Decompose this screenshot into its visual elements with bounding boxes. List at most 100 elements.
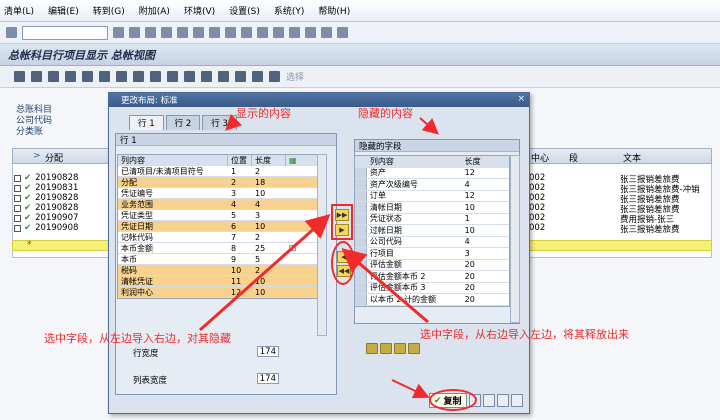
- grid-row[interactable]: 资产次级编号 4: [355, 179, 509, 191]
- edit-icon[interactable]: [99, 71, 110, 82]
- field-len[interactable]: 5: [252, 255, 286, 264]
- menu-item-help[interactable]: 帮助(H): [318, 4, 350, 17]
- grid-row[interactable]: 以本币 2 计的金额 20: [355, 294, 509, 306]
- table-row[interactable]: ✔ 20190828: [14, 203, 78, 213]
- field-pos[interactable]: 7: [228, 233, 252, 242]
- grid-row[interactable]: 清帐日期 10: [355, 202, 509, 214]
- help-icon[interactable]: [321, 27, 332, 38]
- tab-row-1[interactable]: 行 1: [129, 115, 164, 130]
- tab-row-3[interactable]: 行 3: [202, 115, 237, 130]
- grid-row[interactable]: 凭证日期 6 10: [118, 221, 318, 232]
- grid-row[interactable]: 订单 12: [355, 190, 509, 202]
- sort-down-icon[interactable]: [380, 343, 392, 354]
- total-icon[interactable]: [184, 71, 195, 82]
- row-checkbox[interactable]: [14, 214, 21, 222]
- table-row[interactable]: ✔ 20190828: [14, 173, 78, 183]
- next-page-icon[interactable]: [257, 27, 268, 38]
- grid-row[interactable]: 评估金额本币 3 20: [355, 282, 509, 294]
- menu-item-goto[interactable]: 转到(G): [93, 4, 125, 17]
- save-icon[interactable]: [113, 27, 124, 38]
- sum-icon[interactable]: [116, 71, 127, 82]
- exit-icon[interactable]: [145, 27, 156, 38]
- first-icon[interactable]: [14, 71, 25, 82]
- grid-row[interactable]: 评估金额 20: [355, 259, 509, 271]
- field-len[interactable]: 2: [252, 266, 286, 275]
- tab-row-2[interactable]: 行 2: [165, 115, 201, 130]
- field-pos[interactable]: 10: [228, 266, 252, 275]
- col-assignment[interactable]: 分配: [45, 151, 63, 164]
- grid-settings-icon[interactable]: ▦: [286, 156, 306, 165]
- grid-row[interactable]: 已清项目/未清项目符号 1 2: [118, 166, 318, 177]
- back-icon[interactable]: [129, 27, 140, 38]
- field-len[interactable]: 10: [252, 288, 286, 297]
- grid-row[interactable]: 凭证状态 1: [355, 213, 509, 225]
- prev-page-icon[interactable]: [241, 27, 252, 38]
- sort-up-icon[interactable]: [366, 343, 378, 354]
- cancel-icon[interactable]: [510, 394, 523, 407]
- menu-item-extras[interactable]: 附加(A): [139, 4, 170, 17]
- field-pos[interactable]: 5: [228, 211, 252, 220]
- shortcut-icon[interactable]: [305, 27, 316, 38]
- table-row[interactable]: ✔ 20190828: [14, 193, 78, 203]
- sort-reset-icon[interactable]: [408, 343, 420, 354]
- field-pos[interactable]: 8: [228, 244, 252, 253]
- grid-row[interactable]: 分配 2 18: [118, 177, 318, 188]
- expand-icon[interactable]: >: [33, 151, 41, 161]
- field-pos[interactable]: 11: [228, 277, 252, 286]
- field-pos[interactable]: 1: [228, 167, 252, 176]
- field-len[interactable]: 3: [252, 211, 286, 220]
- grid-row[interactable]: 税码 10 2: [118, 265, 318, 276]
- grid-row[interactable]: 本币金额 8 25 ☑: [118, 243, 318, 254]
- field-pos[interactable]: 2: [228, 178, 252, 187]
- subtotal-icon[interactable]: [201, 71, 212, 82]
- first-page-icon[interactable]: [225, 27, 236, 38]
- field-len[interactable]: 10: [252, 189, 286, 198]
- info-icon[interactable]: [269, 71, 280, 82]
- last-page-icon[interactable]: [273, 27, 284, 38]
- manage-variant-icon[interactable]: [496, 394, 509, 407]
- left-grid-scrollbar[interactable]: [317, 154, 327, 336]
- field-len[interactable]: 10: [252, 277, 286, 286]
- field-pos[interactable]: 12: [228, 288, 252, 297]
- select-label[interactable]: 选择: [286, 70, 304, 83]
- menu-item-settings[interactable]: 设置(S): [229, 4, 260, 17]
- close-icon[interactable]: ×: [517, 94, 525, 104]
- print-icon[interactable]: [177, 27, 188, 38]
- select-all-icon[interactable]: [133, 71, 144, 82]
- sum-checkbox[interactable]: ☑: [286, 244, 306, 253]
- find-next-icon[interactable]: [209, 27, 220, 38]
- field-pos[interactable]: 3: [228, 189, 252, 198]
- glasses-icon[interactable]: [82, 71, 93, 82]
- menu-item-system[interactable]: 系统(Y): [274, 4, 305, 17]
- field-pos[interactable]: 4: [228, 200, 252, 209]
- grid-row[interactable]: 清帐凭证 11 10: [118, 276, 318, 287]
- grid-row[interactable]: 业务范围 4 4: [118, 199, 318, 210]
- grid-row[interactable]: 凭证编号 3 10: [118, 188, 318, 199]
- filter-icon[interactable]: [167, 71, 178, 82]
- grid-row[interactable]: 利润中心 12 10: [118, 287, 318, 298]
- field-len[interactable]: 2: [252, 167, 286, 176]
- menu-item-environment[interactable]: 环境(V): [184, 4, 215, 17]
- field-len[interactable]: 4: [252, 200, 286, 209]
- last-icon[interactable]: [65, 71, 76, 82]
- menu-item-list[interactable]: 清单(L): [4, 4, 34, 17]
- right-grid-scrollbar[interactable]: [510, 155, 520, 323]
- grid-row[interactable]: 资产 12: [355, 167, 509, 179]
- row-checkbox[interactable]: [14, 194, 21, 202]
- new-session-icon[interactable]: [289, 27, 300, 38]
- layout-change-icon[interactable]: [252, 71, 263, 82]
- grid-row[interactable]: 记帐代码 7 2: [118, 232, 318, 243]
- find-icon[interactable]: [193, 27, 204, 38]
- previous-icon[interactable]: [31, 71, 42, 82]
- print-preview-icon[interactable]: [218, 71, 229, 82]
- col-center[interactable]: 中心: [531, 151, 549, 164]
- table-row[interactable]: ✔ 20190831: [14, 183, 78, 193]
- grid-row[interactable]: 公司代码 4: [355, 236, 509, 248]
- col-text[interactable]: 文本: [623, 151, 641, 164]
- grid-row[interactable]: 过帐日期 10: [355, 225, 509, 237]
- row-checkbox[interactable]: [14, 184, 21, 192]
- sort-config-icon[interactable]: [394, 343, 406, 354]
- grid-row[interactable]: 评估金额本币 2 20: [355, 271, 509, 283]
- col-segment[interactable]: 段: [569, 151, 578, 164]
- field-len[interactable]: 25: [252, 244, 286, 253]
